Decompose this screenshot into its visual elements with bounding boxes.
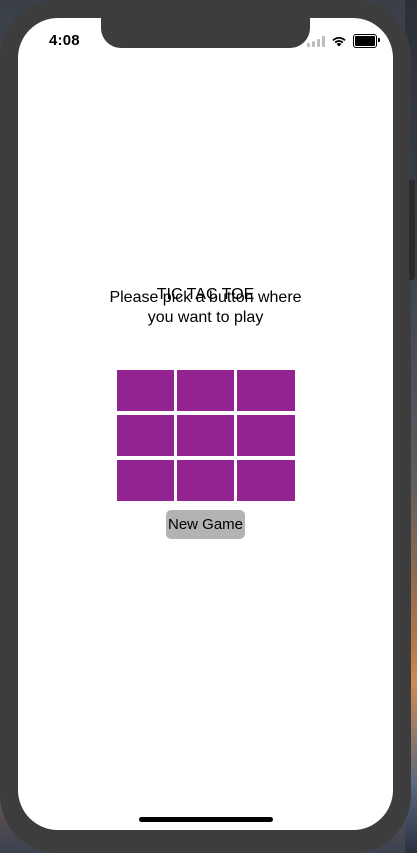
board-cell-1[interactable] [117,370,174,411]
board-cell-2[interactable] [177,370,234,411]
board-cell-8[interactable] [177,460,234,501]
board-cell-7[interactable] [117,460,174,501]
board-cell-4[interactable] [117,415,174,456]
battery-icon [353,34,380,48]
game-board [117,370,295,501]
home-indicator[interactable] [139,817,273,822]
board-cell-3[interactable] [237,370,295,411]
phone-frame: 4:08 TIC TAC TOE Please pick a button wh… [0,0,415,853]
board-cell-9[interactable] [237,460,295,501]
signal-icon [307,35,325,47]
board-cell-5[interactable] [177,415,234,456]
status-icons [307,34,380,48]
board-cell-6[interactable] [237,415,295,456]
notch [101,18,310,48]
side-button [409,180,415,280]
phone-screen: 4:08 TIC TAC TOE Please pick a button wh… [18,18,393,830]
game-instructions: Please pick a button where you want to p… [109,289,302,326]
status-time: 4:08 [49,32,80,49]
wifi-icon [332,37,346,47]
new-game-button[interactable]: New Game [166,510,245,539]
